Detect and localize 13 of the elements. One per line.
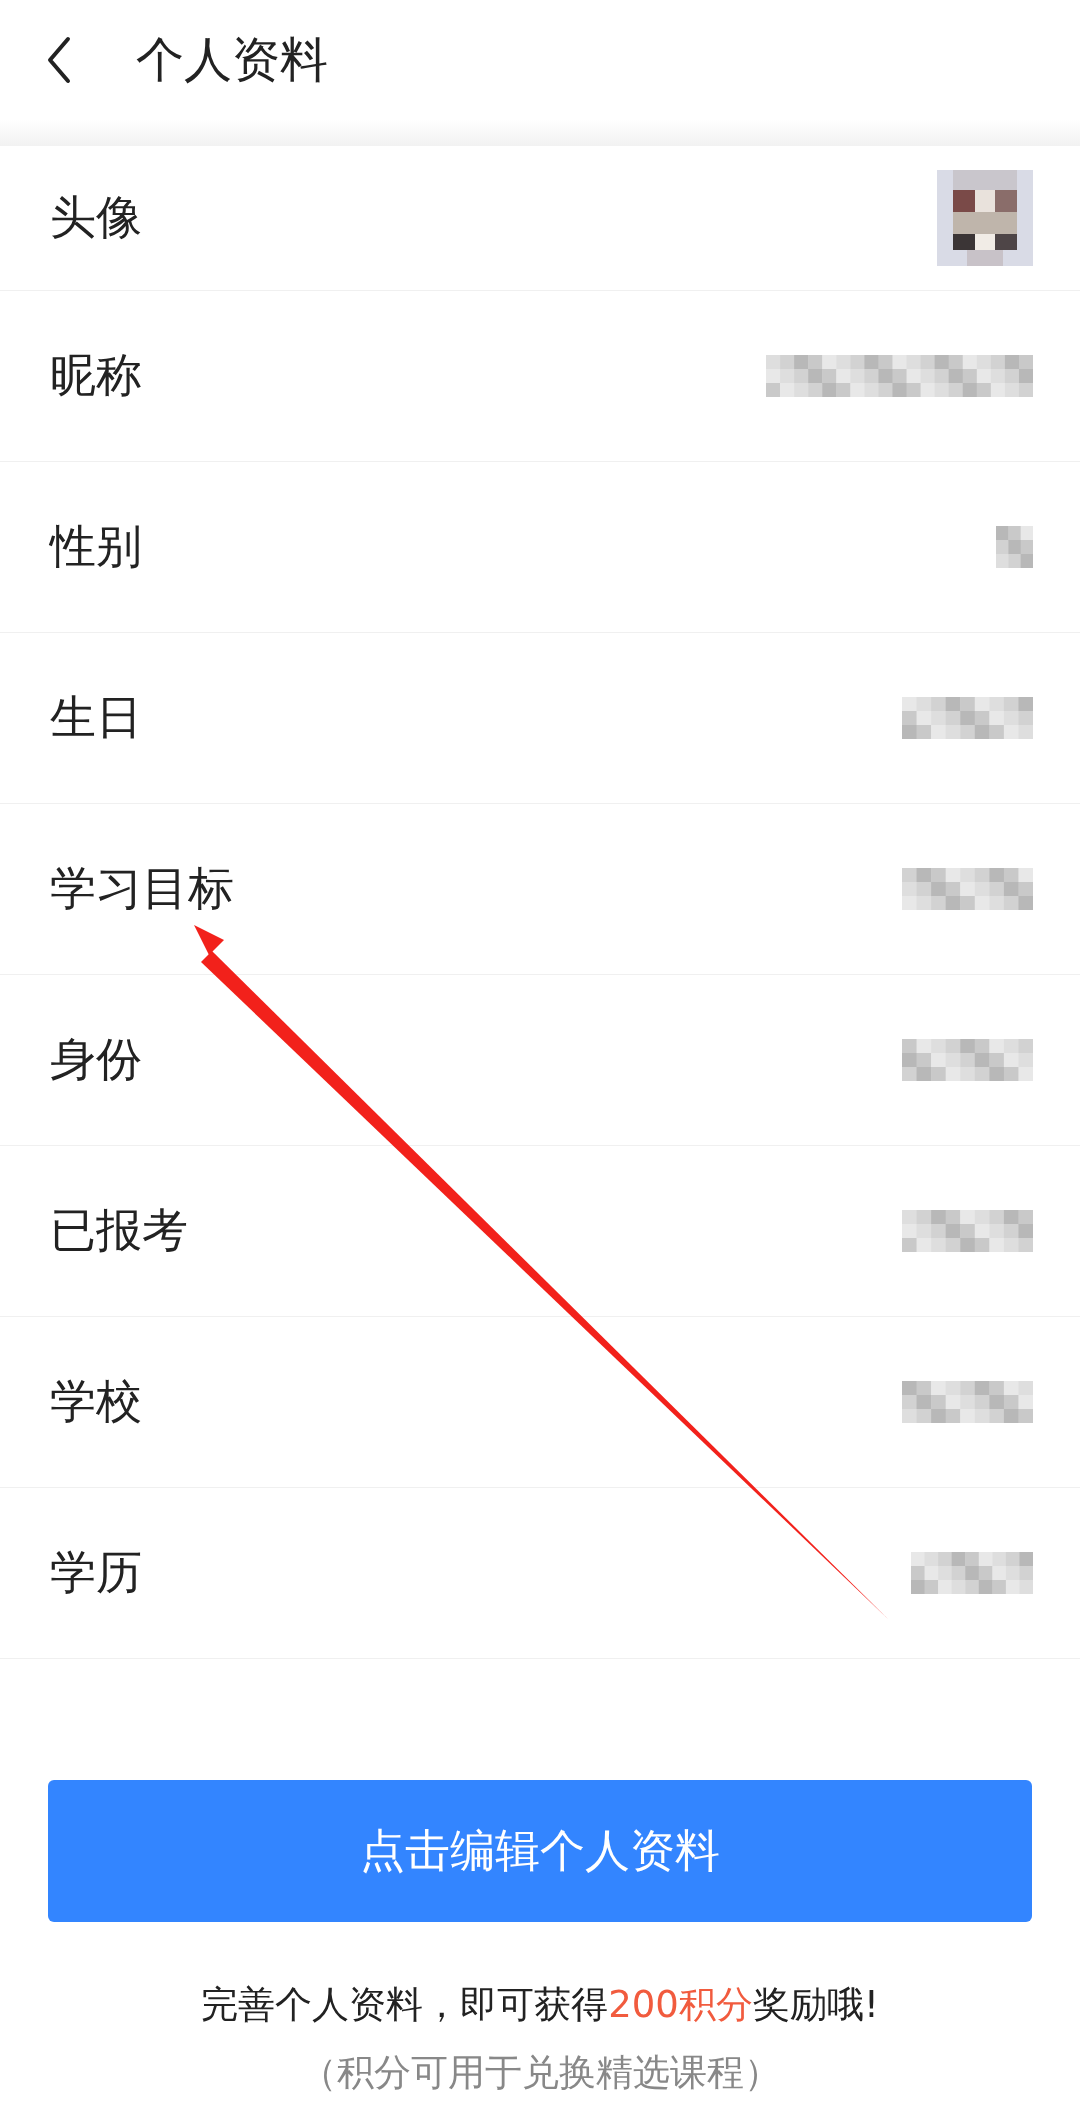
reward-note: 完善个人资料，即可获得200积分奖励哦! (201, 1982, 879, 2028)
page-title: 个人资料 (136, 30, 328, 89)
row-label: 学校 (50, 1373, 142, 1430)
edit-profile-button[interactable]: 点击编辑个人资料 (48, 1780, 1032, 1922)
row-label: 头像 (50, 189, 142, 246)
row-label: 已报考 (50, 1202, 188, 1259)
reward-hint: （积分可用于兑换精选课程） (299, 2050, 781, 2096)
row-label: 昵称 (50, 347, 142, 404)
row-label: 性别 (50, 518, 142, 575)
row-label: 学历 (50, 1544, 142, 1601)
row-label: 学习目标 (50, 860, 234, 917)
row-label: 生日 (50, 689, 142, 746)
row-label: 身份 (50, 1031, 142, 1088)
